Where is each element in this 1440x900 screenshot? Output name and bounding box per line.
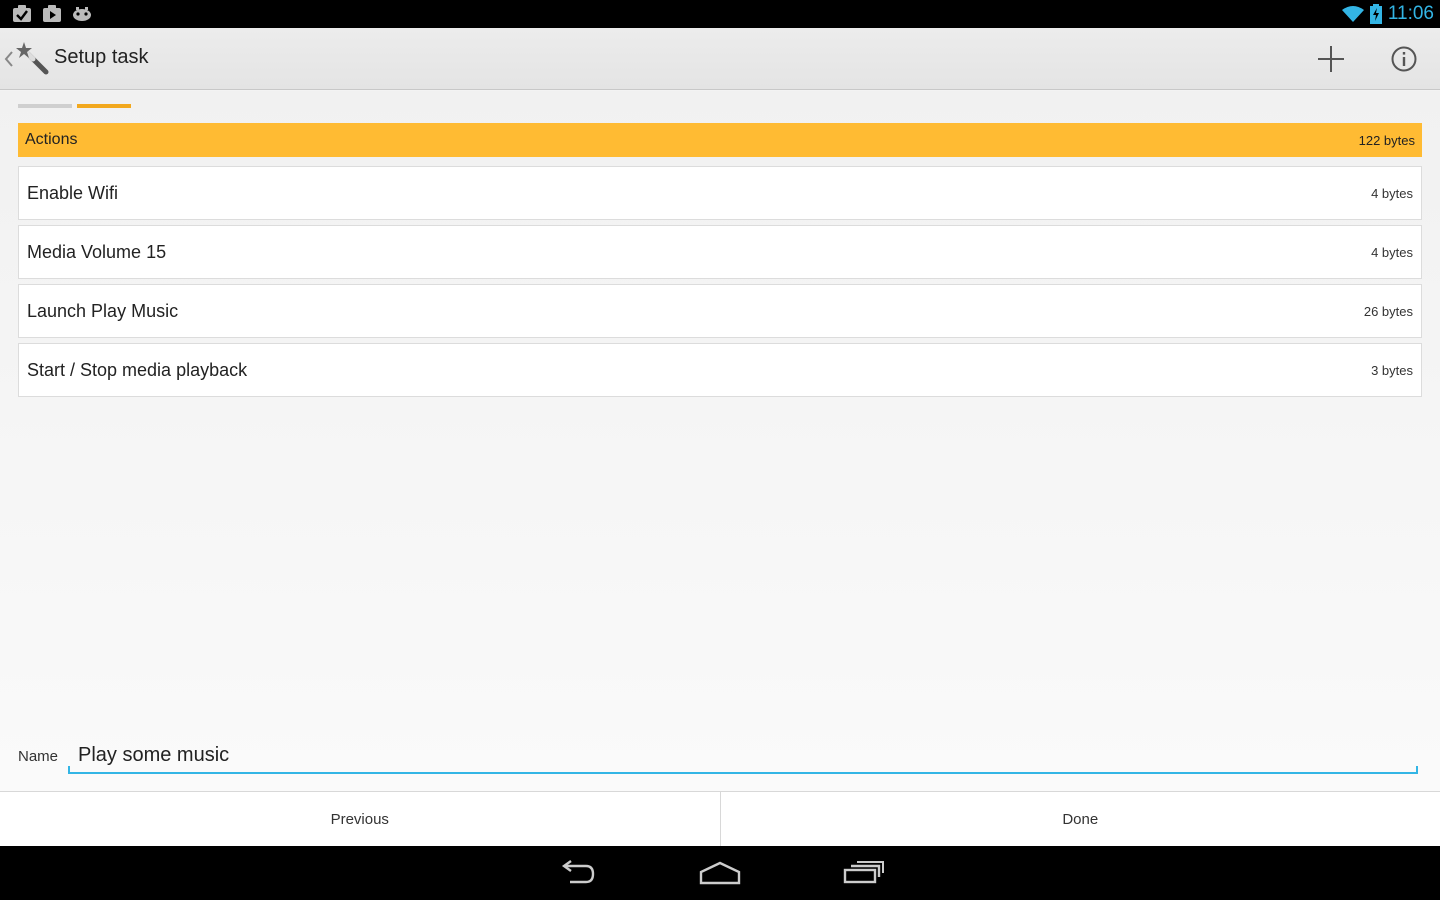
play-store-icon	[43, 5, 61, 22]
action-label: Start / Stop media playback	[27, 359, 248, 380]
system-status: 11:06	[1341, 3, 1434, 25]
actions-section-header: Actions 122 bytes	[18, 123, 1422, 157]
step-2-active	[77, 104, 131, 108]
back-icon	[561, 860, 595, 884]
clock: 11:06	[1387, 3, 1434, 24]
recents-button[interactable]	[834, 858, 894, 888]
home-icon	[699, 861, 741, 885]
section-title: Actions	[25, 131, 78, 148]
wifi-icon	[1341, 6, 1364, 22]
info-icon	[1391, 46, 1417, 72]
action-size: 3 bytes	[1371, 362, 1413, 378]
page-title: Setup task	[54, 46, 149, 68]
add-action-button[interactable]	[1311, 39, 1351, 79]
info-button[interactable]	[1384, 39, 1424, 79]
notification-icons	[12, 5, 92, 23]
magic-wand-icon[interactable]	[16, 42, 50, 76]
action-label: Media Volume 15	[27, 241, 167, 262]
step-indicator	[18, 104, 131, 108]
home-button[interactable]	[690, 858, 750, 888]
step-1	[18, 104, 72, 108]
previous-button[interactable]: Previous	[0, 792, 720, 846]
done-button[interactable]: Done	[719, 792, 1440, 846]
back-button[interactable]	[546, 858, 606, 888]
action-size: 4 bytes	[1371, 244, 1413, 260]
action-label: Enable Wifi	[27, 182, 119, 203]
gamepad-icon	[73, 7, 91, 21]
input-underline-edge	[1416, 766, 1418, 774]
button-bar: Previous Done	[0, 791, 1440, 846]
up-caret-icon[interactable]	[4, 50, 14, 68]
input-underline-edge	[68, 766, 70, 774]
task-check-icon	[13, 5, 31, 22]
screen: 11:06 Setup task Actions 122 bytes Enabl…	[0, 0, 1440, 900]
action-size: 26 bytes	[1363, 303, 1413, 319]
list-item[interactable]: Launch Play Music 26 bytes	[18, 284, 1422, 338]
actions-list: Enable Wifi 4 bytes Media Volume 15 4 by…	[18, 166, 1422, 402]
name-input[interactable]	[68, 738, 1418, 774]
section-size: 122 bytes	[1358, 132, 1415, 148]
list-item[interactable]: Enable Wifi 4 bytes	[18, 166, 1422, 220]
action-size: 4 bytes	[1371, 185, 1413, 201]
battery-charging-icon	[1369, 4, 1382, 24]
action-bar: Setup task	[0, 28, 1440, 90]
plus-icon	[1318, 46, 1344, 72]
list-item[interactable]: Media Volume 15 4 bytes	[18, 225, 1422, 279]
status-bar: 11:06	[0, 0, 1440, 28]
action-label: Launch Play Music	[27, 300, 179, 321]
navigation-bar	[0, 846, 1440, 900]
name-label: Name	[18, 748, 59, 765]
list-item[interactable]: Start / Stop media playback 3 bytes	[18, 343, 1422, 397]
recents-icon	[843, 861, 884, 884]
